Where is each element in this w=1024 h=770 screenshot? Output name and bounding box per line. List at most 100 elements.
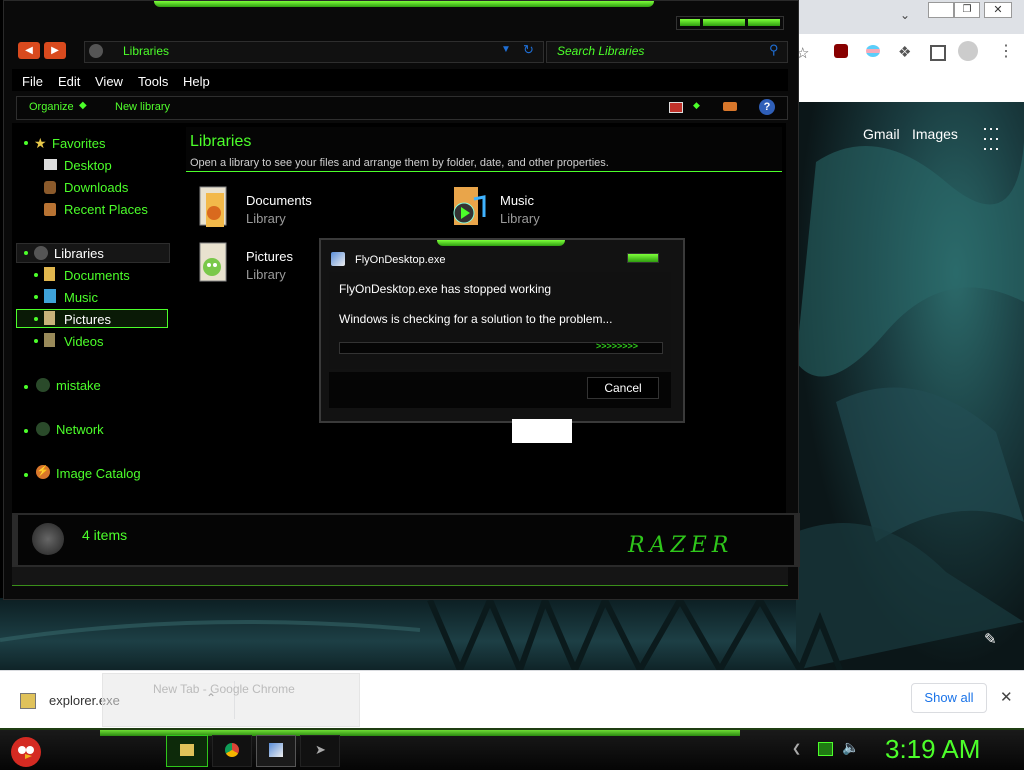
profile-icon[interactable] — [958, 41, 978, 61]
nav-image-catalog[interactable]: Image Catalog — [56, 466, 141, 481]
chrome-icon — [225, 743, 239, 757]
taskbar-explorer-button[interactable] — [166, 735, 208, 767]
library-type: Library — [246, 211, 286, 226]
search-icon[interactable]: ⚲ — [769, 42, 779, 58]
menu-file[interactable]: File — [22, 74, 43, 89]
preview-pane-icon[interactable] — [723, 102, 737, 111]
more-menu-icon[interactable]: ⋮ — [998, 41, 1014, 61]
cancel-button[interactable]: Cancel — [587, 377, 659, 399]
fly-icon: ➤ — [315, 742, 326, 757]
expand-dot[interactable] — [24, 473, 28, 477]
music-library-icon — [453, 187, 486, 225]
nav-recent-places[interactable]: Recent Places — [64, 202, 148, 217]
show-all-button[interactable]: Show all — [911, 683, 987, 713]
expand-dot[interactable] — [24, 251, 28, 255]
speaker-icon[interactable]: 🔈 — [842, 739, 859, 756]
view-options-icon[interactable] — [669, 102, 683, 113]
expand-dot[interactable] — [34, 339, 38, 343]
expand-dot[interactable] — [24, 141, 28, 145]
libraries-orb-icon — [34, 246, 48, 260]
expand-dot[interactable] — [34, 295, 38, 299]
taskbar-app-button[interactable] — [256, 735, 296, 767]
nav-desktop[interactable]: Desktop — [64, 158, 112, 173]
nav-libraries[interactable]: Libraries — [54, 246, 104, 261]
pictures-icon — [44, 311, 55, 325]
restore-icon[interactable]: ❐ — [954, 2, 980, 18]
dialog-checking: Windows is checking for a solution to th… — [339, 312, 613, 326]
user-orb-icon — [36, 378, 50, 392]
close-button[interactable] — [748, 19, 780, 26]
command-bar: Organize ◆ New library ◆ ? — [16, 96, 788, 120]
apps-grid-icon[interactable]: ⋯ ⋯ ⋯ — [982, 120, 1001, 158]
angry-bird-icon[interactable] — [8, 732, 46, 768]
puzzle-icon[interactable]: ❖ — [898, 43, 911, 61]
address-text: Libraries — [123, 44, 170, 58]
nav-pictures[interactable]: Pictures — [64, 312, 111, 327]
dialog-close-button[interactable] — [627, 253, 659, 263]
taskbar-chrome-button[interactable] — [212, 735, 252, 767]
taskbar-tooltip: New Tab - Google Chrome — [102, 673, 360, 727]
dialog-title: FlyOnDesktop.exe — [355, 254, 446, 266]
expand-dot[interactable] — [34, 273, 38, 277]
folder-icon — [180, 744, 194, 756]
nav-documents[interactable]: Documents — [64, 268, 130, 283]
ublock-icon[interactable] — [834, 44, 848, 58]
library-item-music[interactable]: Music Library — [448, 185, 688, 235]
nav-network[interactable]: Network — [56, 422, 104, 437]
nav-favorites[interactable]: Favorites — [52, 136, 105, 151]
nav-mistake[interactable]: mistake — [56, 378, 101, 393]
tray-arrow-icon[interactable]: ❮ — [792, 742, 801, 755]
close-download-bar-icon[interactable]: ✕ — [1000, 688, 1013, 706]
taskbar-fly-button[interactable]: ➤ — [300, 735, 340, 767]
gmail-link[interactable]: Gmail — [863, 126, 900, 142]
side-panel-icon[interactable] — [930, 45, 946, 61]
documents-library-icon — [199, 186, 227, 227]
back-button[interactable]: ◀ — [18, 42, 40, 59]
forward-button[interactable]: ▶ — [44, 42, 66, 59]
menu-tools[interactable]: Tools — [138, 74, 168, 89]
menu-view[interactable]: View — [95, 74, 123, 89]
taskbar: ➤ ❮ 🔈 3:19 AM — [0, 728, 1024, 770]
expand-dot[interactable] — [24, 385, 28, 389]
library-item-documents[interactable]: Documents Library — [192, 185, 432, 235]
search-input[interactable]: Search Libraries — [557, 44, 644, 58]
title-accent — [154, 1, 654, 7]
close-icon[interactable]: ✕ — [984, 2, 1012, 18]
library-type: Library — [246, 267, 286, 282]
battery-icon[interactable] — [818, 742, 833, 756]
minimize-button[interactable] — [680, 19, 700, 26]
nav-videos[interactable]: Videos — [64, 334, 104, 349]
expand-dot[interactable] — [24, 429, 28, 433]
image-catalog-icon: ⚡ — [36, 465, 50, 479]
nav-downloads[interactable]: Downloads — [64, 180, 128, 195]
nav-music[interactable]: Music — [64, 290, 98, 305]
menu-edit[interactable]: Edit — [58, 74, 80, 89]
recent-places-icon — [44, 203, 56, 216]
menu-bar — [12, 69, 788, 91]
library-header-title: Libraries — [190, 133, 252, 150]
help-icon[interactable]: ? — [759, 99, 775, 115]
library-type: Library — [500, 211, 540, 226]
clock[interactable]: 3:19 AM — [885, 734, 980, 765]
navigation-pane: ★ Favorites Desktop Downloads Recent Pla… — [12, 123, 172, 513]
minimize-icon[interactable] — [928, 2, 954, 18]
new-library-button[interactable]: New library — [115, 101, 170, 113]
images-link[interactable]: Images — [912, 126, 958, 142]
menu-help[interactable]: Help — [183, 74, 210, 89]
extension-flag-icon[interactable] — [866, 45, 880, 57]
maximize-button[interactable] — [703, 19, 745, 26]
network-icon — [36, 422, 50, 436]
chevron-down-icon[interactable]: ⌄ — [900, 8, 910, 22]
organize-button[interactable]: Organize — [29, 101, 74, 113]
address-dropdown-icon[interactable]: ▼ — [501, 44, 511, 55]
view-dropdown-icon[interactable]: ◆ — [693, 100, 700, 111]
address-bar[interactable]: Libraries ▼ ↻ — [84, 41, 544, 63]
details-pane: 4 items RAZER — [12, 513, 800, 567]
library-name: Documents — [246, 193, 312, 208]
music-icon — [44, 289, 56, 303]
refresh-icon[interactable]: ↻ — [523, 42, 534, 58]
dialog-message: FlyOnDesktop.exe has stopped working — [339, 282, 552, 296]
chrome-tab-strip: ⌄ ❐ ✕ — [796, 0, 1024, 34]
expand-dot[interactable] — [34, 317, 38, 321]
search-box[interactable]: Search Libraries ⚲ — [546, 41, 788, 63]
